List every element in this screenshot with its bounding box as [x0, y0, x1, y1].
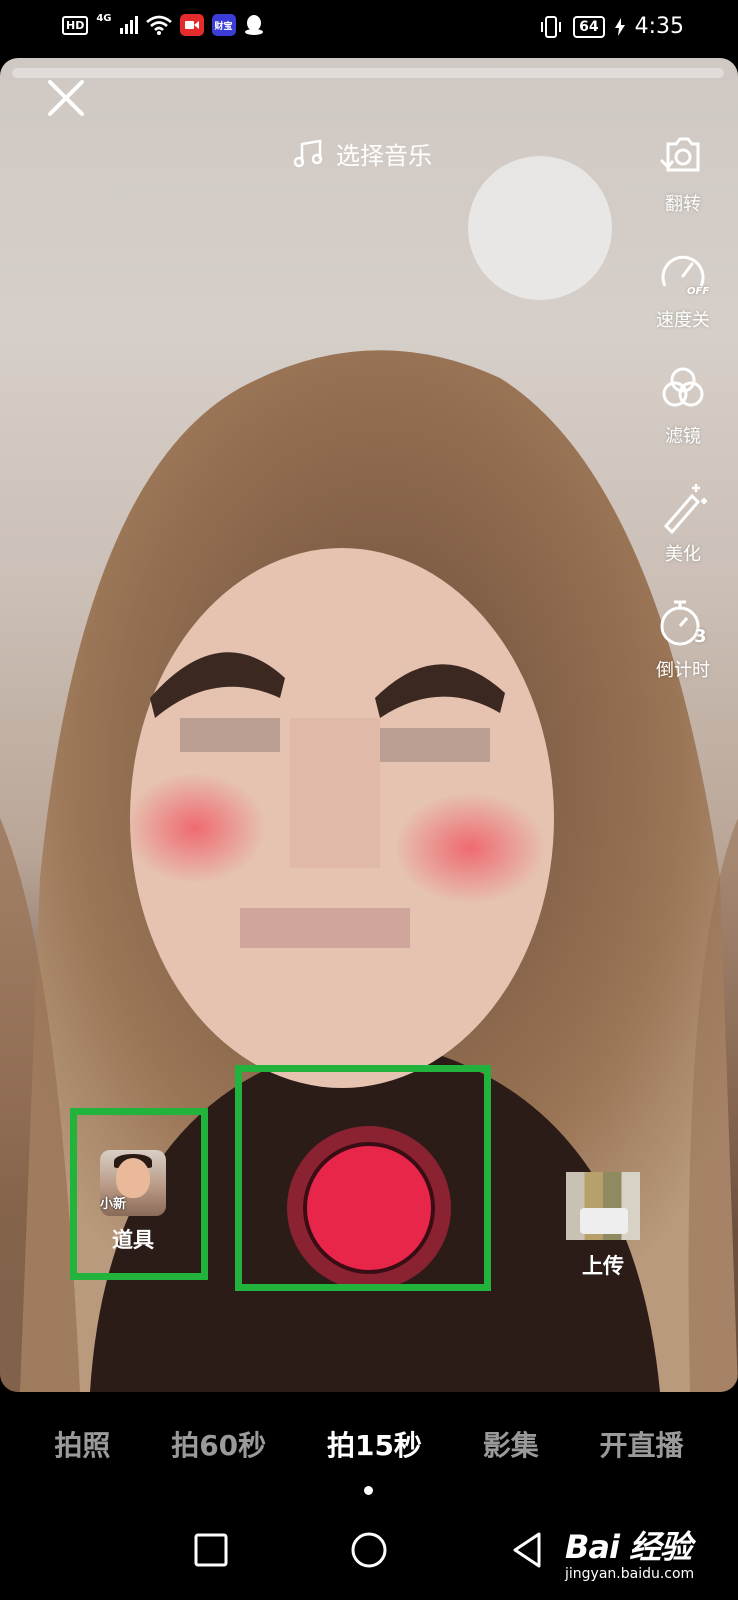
- qq-icon: [244, 15, 263, 35]
- watermark-logo-text: Bai 经验: [565, 1528, 692, 1566]
- flip-camera-icon: [659, 137, 700, 172]
- battery-level: 64: [573, 15, 605, 38]
- status-bar: HD 4G 财宝 64 4:35: [0, 0, 738, 58]
- video-app-icon: [179, 14, 204, 36]
- upload-button[interactable]: 上传: [566, 1172, 640, 1280]
- hd-indicator: HD: [62, 15, 89, 35]
- music-note-icon: [293, 139, 323, 167]
- beauty-label: 美化: [665, 544, 701, 565]
- status-left: HD 4G 财宝: [62, 12, 264, 36]
- select-music-label: 选择音乐: [336, 142, 432, 170]
- filter-icon: [662, 367, 704, 407]
- active-mode-indicator: [364, 1486, 373, 1495]
- wifi-icon: [145, 15, 172, 35]
- flip-button[interactable]: 翻转: [646, 130, 720, 216]
- flip-label: 翻转: [665, 194, 701, 215]
- back-button[interactable]: [507, 1530, 547, 1570]
- beauty-button[interactable]: 美化: [646, 480, 720, 566]
- speed-icon: OFF: [661, 255, 709, 297]
- countdown-timer-icon: 3: [660, 600, 707, 647]
- upload-label: 上传: [582, 1254, 624, 1278]
- speed-off-badge: OFF: [687, 286, 709, 297]
- clock: 4:35: [634, 14, 684, 39]
- countdown-label: 倒计时: [656, 660, 710, 681]
- mode-live[interactable]: 开直播: [600, 1424, 684, 1464]
- recents-button[interactable]: [191, 1530, 231, 1570]
- finance-app-icon: 财宝: [211, 14, 236, 36]
- filter-label: 滤镜: [665, 426, 701, 447]
- charging-icon: [614, 17, 625, 36]
- upload-thumbnail: [566, 1172, 640, 1240]
- mode-15s[interactable]: 拍15秒: [327, 1424, 422, 1464]
- mode-60s[interactable]: 拍60秒: [171, 1424, 266, 1464]
- baidu-watermark: Bai 经验 jingyan.baidu.com: [565, 1522, 715, 1582]
- signal-icon: [119, 16, 138, 34]
- network-type: 4G: [96, 12, 112, 24]
- filter-button[interactable]: 滤镜: [646, 362, 720, 448]
- mode-photo[interactable]: 拍照: [54, 1424, 110, 1464]
- vibrate-icon: [541, 15, 562, 38]
- mode-album[interactable]: 影集: [483, 1424, 539, 1464]
- countdown-button[interactable]: 3 倒计时: [646, 596, 720, 682]
- mode-bar: 拍照 拍60秒 拍15秒 影集 开直播: [0, 1392, 738, 1508]
- props-highlight-box: [70, 1108, 208, 1280]
- mode-tabs: 拍照 拍60秒 拍15秒 影集 开直播: [0, 1424, 738, 1464]
- beauty-wand-icon: [663, 484, 707, 534]
- watermark-url: jingyan.baidu.com: [565, 1566, 695, 1582]
- status-right: 64 4:35: [539, 14, 684, 39]
- home-button[interactable]: [349, 1530, 389, 1570]
- record-highlight-box: [235, 1065, 491, 1291]
- close-icon: [48, 80, 84, 116]
- recording-progress-track: [12, 68, 724, 78]
- speed-label: 速度关: [656, 310, 710, 331]
- select-music-button[interactable]: 选择音乐: [292, 136, 432, 171]
- close-button[interactable]: [40, 72, 92, 124]
- speed-button[interactable]: OFF 速度关: [646, 246, 720, 332]
- countdown-badge: 3: [694, 626, 707, 647]
